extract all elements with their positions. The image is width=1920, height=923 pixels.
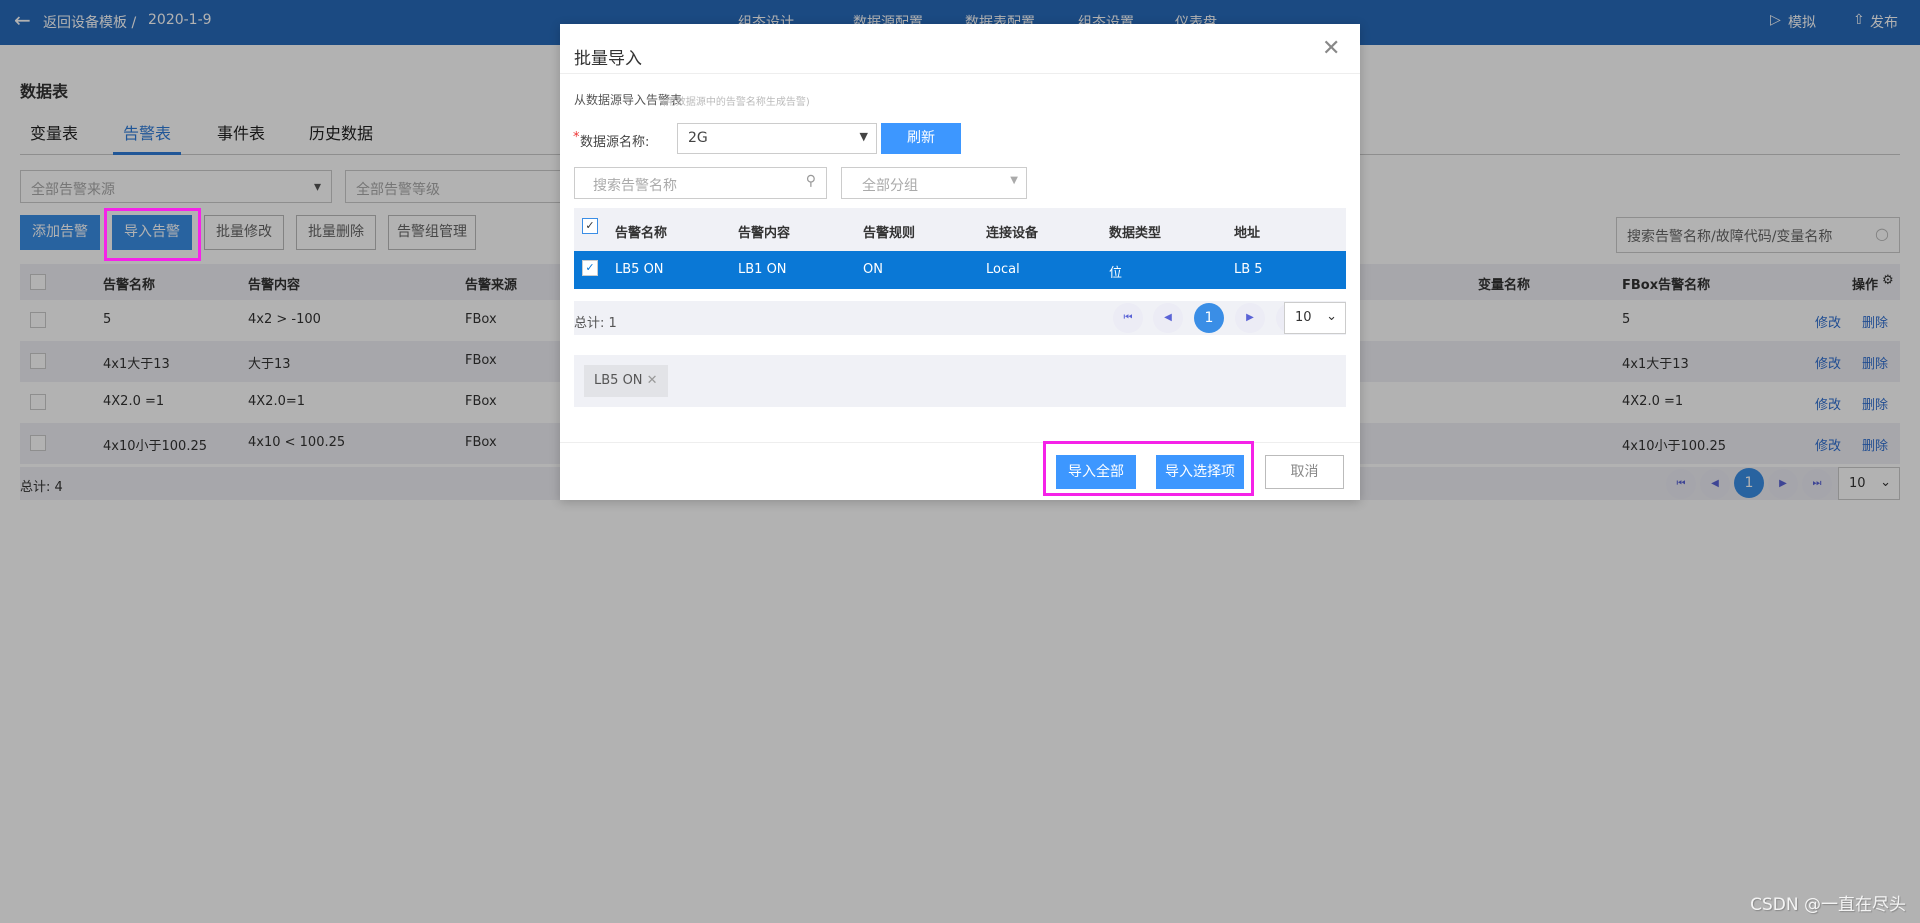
- dialog-header-divider: [560, 73, 1360, 74]
- chevron-down-icon: ▼: [1010, 175, 1018, 186]
- prev-page-icon[interactable]: ◀: [1153, 303, 1183, 333]
- batch-import-dialog: 批量导入 ✕ 从数据源导入告警表 (用数据源中的告警名称生成告警) * 数据源名…: [560, 24, 1360, 500]
- datasource-label: 数据源名称:: [580, 135, 650, 150]
- next-page-icon[interactable]: ▶: [1235, 303, 1265, 333]
- select-all-checkbox[interactable]: ✓: [582, 218, 598, 234]
- source-table-row[interactable]: ✓ LB5 ON LB1 ON ON Local 位 LB 5: [574, 251, 1346, 289]
- page-size-select[interactable]: 10 ⌄: [1284, 302, 1346, 334]
- dialog-hint: (用数据源中的告警名称生成告警): [662, 97, 810, 108]
- selected-tag: LB5 ON ✕: [584, 365, 668, 397]
- row-checkbox[interactable]: ✓: [582, 260, 598, 276]
- alarm-name-search-input[interactable]: 搜索告警名称 ⚲: [574, 167, 827, 199]
- close-icon[interactable]: ✕: [1322, 36, 1340, 61]
- chevron-down-icon: ⌄: [1326, 309, 1337, 324]
- page-1-button[interactable]: 1: [1194, 303, 1224, 333]
- dialog-title: 批量导入: [574, 49, 642, 69]
- refresh-button[interactable]: 刷新: [881, 123, 961, 154]
- highlight-import-buttons: [1043, 441, 1254, 496]
- search-icon: ⚲: [805, 173, 816, 189]
- highlight-import-alarm: [104, 208, 201, 261]
- first-page-icon[interactable]: ⏮: [1113, 303, 1143, 333]
- selected-tags-area: LB5 ON ✕: [574, 355, 1346, 407]
- remove-tag-icon[interactable]: ✕: [647, 373, 658, 388]
- required-mark: *: [573, 130, 580, 145]
- source-table-header: ✓ 告警名称 告警内容 告警规则 连接设备 数据类型 地址: [574, 208, 1346, 251]
- source-table-footer: 总计: 1 ⏮ ◀ 1 ▶ ⏭ 10⌄: [574, 301, 1346, 335]
- chevron-down-icon: ▼: [859, 130, 868, 143]
- watermark: CSDN @一直在尽头: [1750, 895, 1906, 915]
- datasource-select[interactable]: 2G ▼: [677, 123, 877, 154]
- group-select[interactable]: 全部分组 ▼: [841, 167, 1027, 199]
- cancel-button[interactable]: 取消: [1265, 455, 1344, 489]
